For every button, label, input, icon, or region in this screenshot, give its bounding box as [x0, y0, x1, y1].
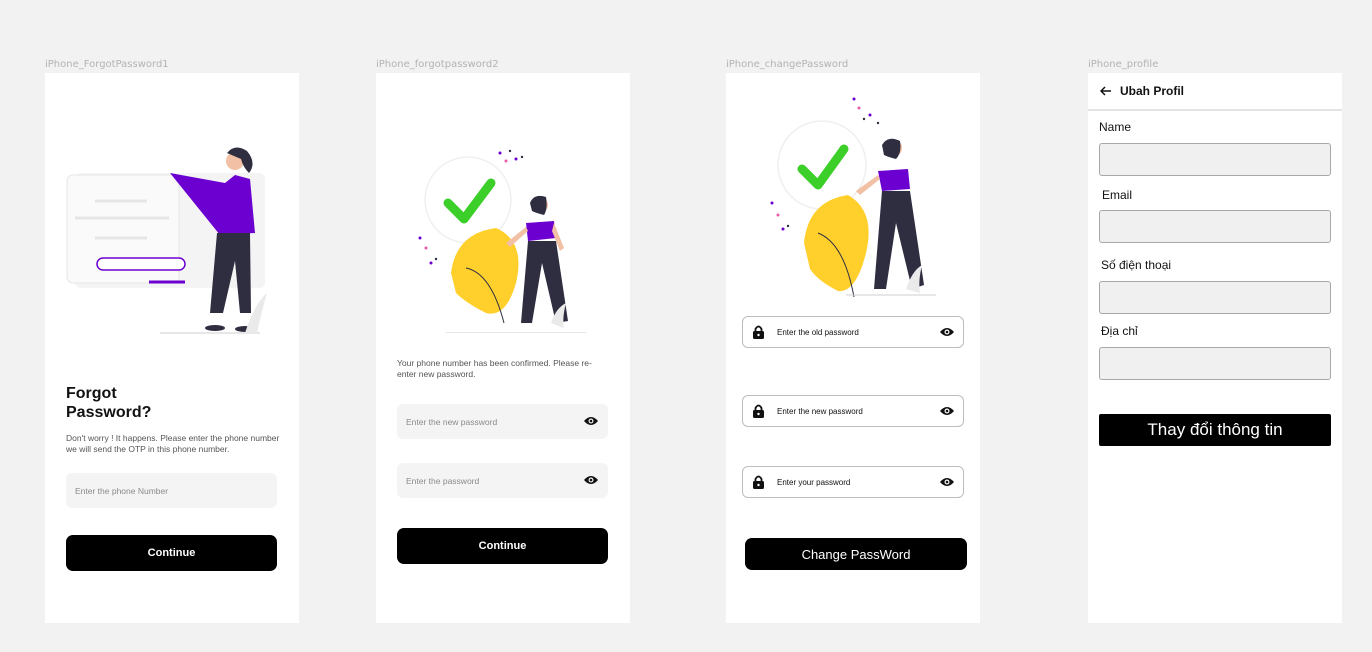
continue-button[interactable]: Continue [66, 535, 277, 571]
new-password-input[interactable]: Enter the new password [742, 395, 964, 427]
old-password-placeholder: Enter the old password [777, 327, 859, 337]
profile-header: Ubah Profil [1088, 73, 1342, 111]
password-input[interactable]: Enter the password [397, 463, 608, 498]
phone-input[interactable] [1099, 281, 1331, 314]
change-password-button[interactable]: Change PassWord [745, 538, 967, 570]
change-password-screen: Enter the old password Enter the new pas… [726, 73, 980, 623]
forgot-password-screen-2: Your phone number has been confirmed. Pl… [376, 73, 630, 623]
forgot-description: Don't worry ! It happens. Please enter t… [66, 433, 280, 454]
page-title: Forgot Password? [66, 385, 152, 421]
continue-button-label: Continue [478, 540, 527, 552]
lock-icon [753, 325, 764, 339]
lock-icon [753, 404, 764, 418]
old-password-input[interactable]: Enter the old password [742, 316, 964, 348]
forgot-password-illustration [66, 147, 267, 334]
phone-number-placeholder: Enter the phone Number [75, 485, 169, 496]
frame-label-forgot2: iPhone_forgotpassword2 [376, 59, 499, 70]
update-profile-button-label: Thay đổi thông tin [1147, 420, 1283, 439]
change-password-button-label: Change PassWord [801, 546, 911, 562]
email-label: Email [1102, 188, 1133, 202]
email-input[interactable] [1099, 210, 1331, 243]
your-password-input[interactable]: Enter your password [742, 466, 964, 498]
address-label: Địa chỉ [1101, 324, 1138, 338]
frame-label-forgot1: iPhone_ForgotPassword1 [45, 59, 169, 70]
new-password-placeholder: Enter the new password [406, 416, 498, 427]
eye-icon[interactable] [583, 415, 599, 427]
name-input[interactable] [1099, 143, 1331, 176]
new-password-input[interactable]: Enter the new password [397, 404, 608, 439]
address-input[interactable] [1099, 347, 1331, 380]
new-password-placeholder: Enter the new password [777, 406, 863, 416]
confirmed-illustration [418, 149, 586, 333]
name-label: Name [1099, 120, 1132, 134]
change-password-illustration [770, 97, 936, 298]
profile-header-title: Ubah Profil [1120, 84, 1185, 98]
update-profile-button[interactable]: Thay đổi thông tin [1099, 414, 1331, 446]
lock-icon [753, 475, 764, 489]
phone-label: Số điện thoại [1101, 258, 1172, 272]
frame-label-profile: iPhone_profile [1088, 59, 1159, 70]
profile-screen: Ubah Profil Name Email Số điện thoại Địa… [1088, 73, 1342, 623]
continue-button-label: Continue [147, 547, 196, 559]
confirmation-message: Your phone number has been confirmed. Pl… [397, 358, 592, 379]
eye-icon[interactable] [939, 326, 955, 338]
eye-icon[interactable] [583, 474, 599, 486]
continue-button[interactable]: Continue [397, 528, 608, 564]
eye-icon[interactable] [939, 476, 955, 488]
forgot-password-screen-1: Forgot Password? Don't worry ! It happen… [45, 73, 299, 623]
phone-number-input[interactable]: Enter the phone Number [66, 473, 277, 508]
eye-icon[interactable] [939, 405, 955, 417]
password-placeholder: Enter the password [406, 475, 480, 486]
back-arrow-icon[interactable] [1100, 86, 1112, 96]
frame-label-change-password: iPhone_changePassword [726, 59, 849, 70]
your-password-placeholder: Enter your password [777, 477, 851, 487]
